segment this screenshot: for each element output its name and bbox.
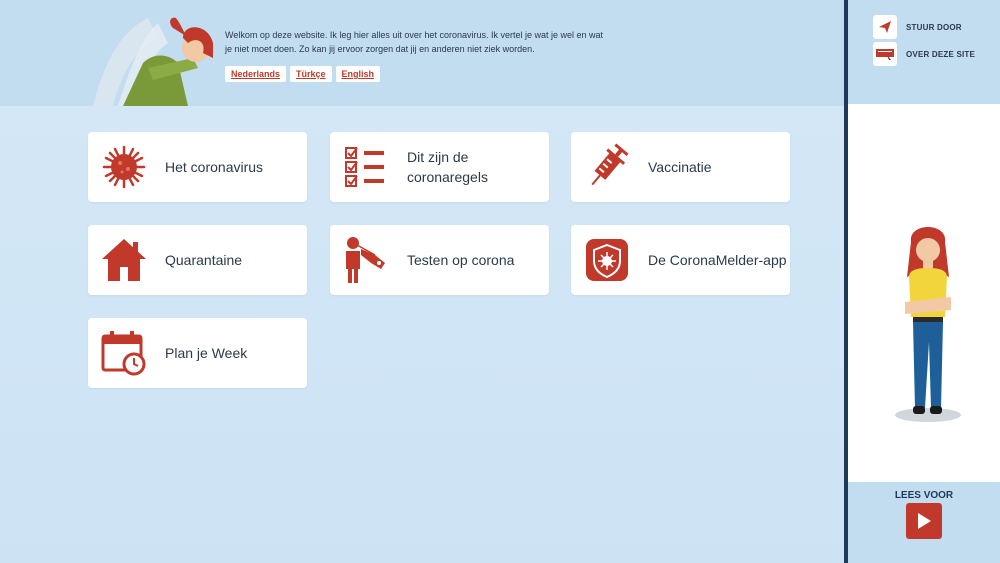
tile-coronaregels[interactable]: Dit zijn de coronaregels bbox=[330, 132, 549, 202]
tile-label: De CoronaMelder-app bbox=[648, 252, 787, 268]
tile-plan-je-week[interactable]: Plan je Week bbox=[88, 318, 307, 388]
tile-label: Plan je Week bbox=[165, 345, 248, 361]
tile-label: Het coronavirus bbox=[165, 159, 264, 175]
tile-quarantaine[interactable]: Quarantaine bbox=[88, 225, 307, 295]
about-site-label: OVER DEZE SITE bbox=[906, 49, 976, 59]
tile-label: Dit zijn de coronaregels bbox=[407, 149, 488, 185]
app-shield-icon bbox=[581, 234, 633, 286]
tile-vaccinatie[interactable]: Vaccinatie bbox=[571, 132, 790, 202]
woman-sneezing-illustration bbox=[93, 17, 213, 106]
read-aloud-play-button[interactable] bbox=[906, 503, 942, 539]
lang-turkce-button[interactable]: Türkçe bbox=[290, 66, 332, 82]
about-site-link[interactable]: OVER DEZE SITE bbox=[873, 42, 975, 66]
tile-coronamelder-app[interactable]: De CoronaMelder-app bbox=[571, 225, 790, 295]
virus-icon bbox=[98, 141, 150, 193]
tile-label: Vaccinatie bbox=[648, 159, 712, 175]
read-aloud-label: LEES VOOR bbox=[894, 490, 954, 501]
tile-label: Quarantaine bbox=[165, 252, 243, 268]
lang-nederlands-button[interactable]: Nederlands bbox=[225, 66, 287, 82]
www-icon bbox=[873, 42, 897, 66]
calendar-clock-icon bbox=[98, 327, 150, 379]
tile-testen-op-corona[interactable]: Testen op corona bbox=[330, 225, 549, 295]
syringe-icon bbox=[581, 141, 633, 193]
house-icon bbox=[98, 234, 150, 286]
tile-label: Testen op corona bbox=[407, 252, 515, 268]
header-banner: Welkom op deze website. Ik leg hier alle… bbox=[0, 0, 845, 106]
paper-plane-icon bbox=[873, 15, 897, 39]
play-icon bbox=[918, 513, 931, 529]
lang-english-button[interactable]: English bbox=[335, 66, 381, 82]
language-selector: Nederlands Türkçe English bbox=[225, 66, 381, 82]
checklist-icon bbox=[340, 141, 392, 193]
tile-het-coronavirus[interactable]: Het coronavirus bbox=[88, 132, 307, 202]
welcome-text: Welkom op deze website. Ik leg hier alle… bbox=[225, 30, 604, 54]
swab-test-icon bbox=[340, 234, 392, 286]
share-label: STUUR DOOR bbox=[906, 22, 962, 32]
guide-avatar-illustration bbox=[895, 227, 961, 422]
share-link[interactable]: STUUR DOOR bbox=[873, 15, 962, 39]
